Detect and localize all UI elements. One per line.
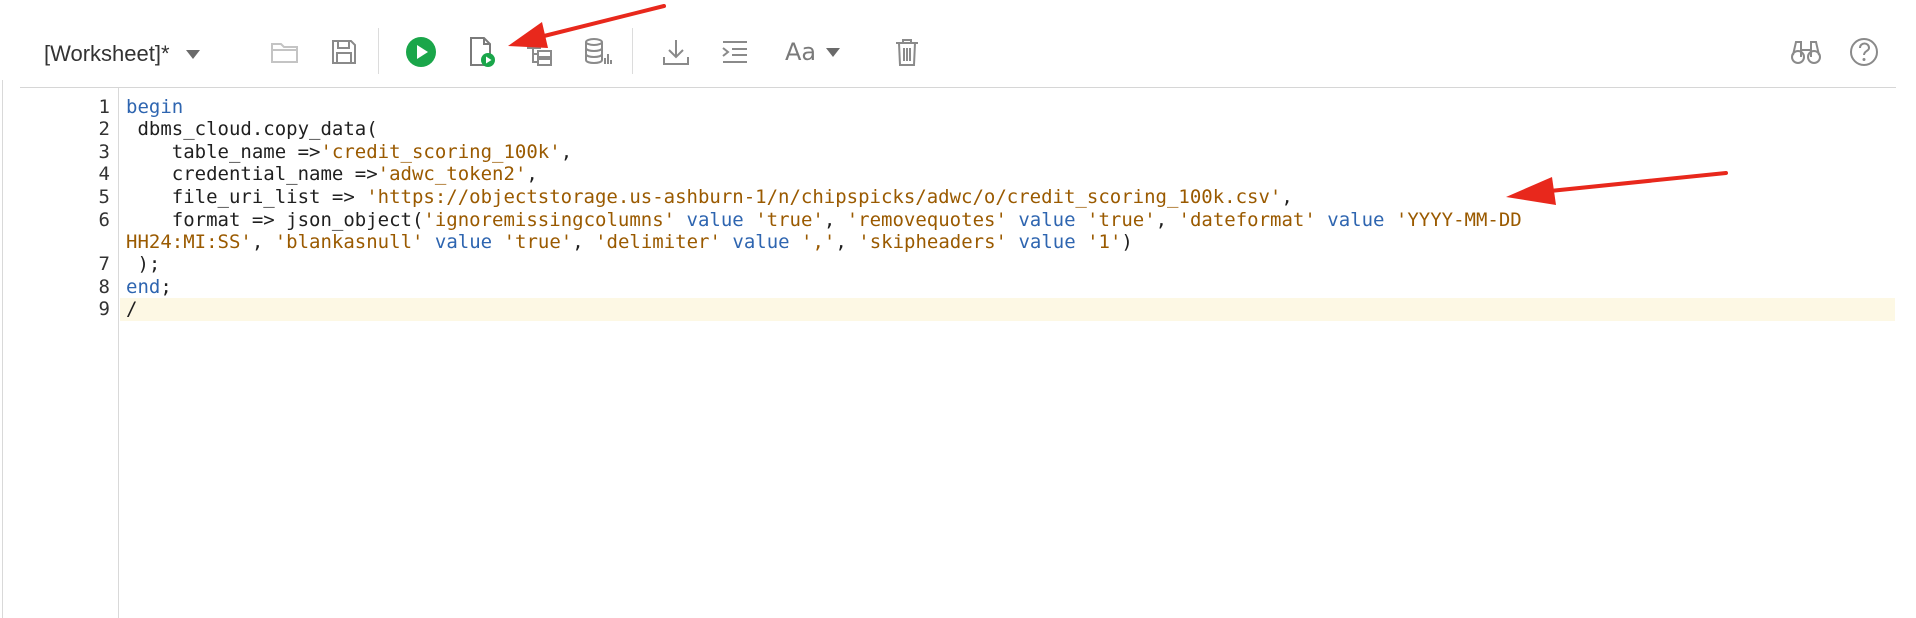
keyword: value (686, 209, 744, 231)
string-literal: 'credit_scoring_100k' (320, 141, 561, 163)
help-icon[interactable] (1844, 32, 1884, 72)
string-literal: '1' (1087, 231, 1122, 253)
code-text: ; (160, 276, 172, 298)
toolbar-separator (378, 28, 379, 74)
worksheet-label: [Worksheet]* (44, 41, 170, 66)
string-literal: 'true' (503, 231, 573, 253)
delete-icon[interactable] (887, 32, 927, 72)
code-line-8[interactable]: end; (126, 276, 172, 299)
format-icon[interactable] (715, 32, 755, 72)
sql-worksheet-window: [Worksheet]* Aa 1 2 3 4 5 6 7 8 9 begin … (0, 0, 1916, 618)
string-literal: ',' (801, 231, 836, 253)
string-literal: 'removequotes' (846, 209, 1007, 231)
code-text: file_uri_list => (126, 186, 367, 208)
string-literal: 'ignoremissingcolumns' (423, 209, 676, 231)
annotation-arrow-icon (1506, 171, 1728, 205)
chevron-down-icon (185, 49, 200, 59)
font-size-menu[interactable]: Aa (785, 32, 841, 72)
code-line-4[interactable]: credential_name =>'adwc_token2', (126, 163, 538, 186)
code-text: , (1281, 186, 1293, 208)
annotation-arrow-icon (508, 4, 666, 48)
save-icon[interactable] (324, 32, 364, 72)
keyword: value (732, 231, 790, 253)
keyword: end (126, 276, 161, 298)
code-line-3[interactable]: table_name =>'credit_scoring_100k', (126, 141, 572, 164)
file-uri-string: 'https://objectstorage.us-ashburn-1/n/ch… (366, 186, 1282, 208)
code-text: format => json_object( (126, 209, 424, 231)
code-line-5[interactable]: file_uri_list => 'https://objectstorage.… (126, 186, 1293, 209)
code-text: dbms_cloud.copy_data( (126, 118, 378, 140)
code-text: ); (126, 253, 161, 275)
toolbar: [Worksheet]* Aa (0, 0, 1916, 88)
code-text: / (126, 298, 138, 320)
string-literal: HH24:MI:SS' (126, 231, 252, 253)
find-icon[interactable] (1786, 32, 1826, 72)
keyword: value (434, 231, 493, 253)
code-text: ) (1121, 231, 1133, 253)
code-line-7[interactable]: ); (126, 253, 160, 276)
keyword: value (1018, 231, 1076, 253)
string-literal: 'true' (1087, 209, 1156, 231)
chevron-down-icon (826, 47, 841, 57)
string-literal: 'dateformat' (1178, 209, 1316, 231)
code-text: , (560, 141, 573, 163)
string-literal: 'skipheaders' (858, 231, 1007, 253)
string-literal: 'adwc_token2' (377, 163, 527, 185)
code-text: table_name => (126, 141, 321, 163)
code-line-9[interactable]: / (126, 298, 137, 321)
code-line-6-wrap[interactable]: HH24:MI:SS', 'blankasnull' value 'true',… (126, 231, 1133, 254)
string-literal: 'blankasnull' (274, 231, 424, 253)
string-literal: 'delimiter' (595, 231, 721, 253)
string-literal: 'true' (755, 209, 824, 231)
left-border (2, 80, 3, 618)
keyword: value (1327, 209, 1385, 231)
run-statement-icon[interactable] (401, 32, 441, 72)
worksheet-selector[interactable]: [Worksheet]* (44, 34, 200, 74)
code-text: credential_name => (126, 163, 378, 185)
font-size-icon: Aa (785, 38, 817, 66)
code-line-6[interactable]: format => json_object('ignoremissingcolu… (126, 209, 1522, 232)
keyword: value (1018, 209, 1076, 231)
folder-open-icon[interactable] (265, 32, 305, 72)
code-line-1[interactable]: begin (126, 96, 183, 119)
code-text: , (526, 163, 538, 185)
keyword: begin (126, 96, 184, 118)
code-line-2[interactable]: dbms_cloud.copy_data( (126, 118, 378, 141)
